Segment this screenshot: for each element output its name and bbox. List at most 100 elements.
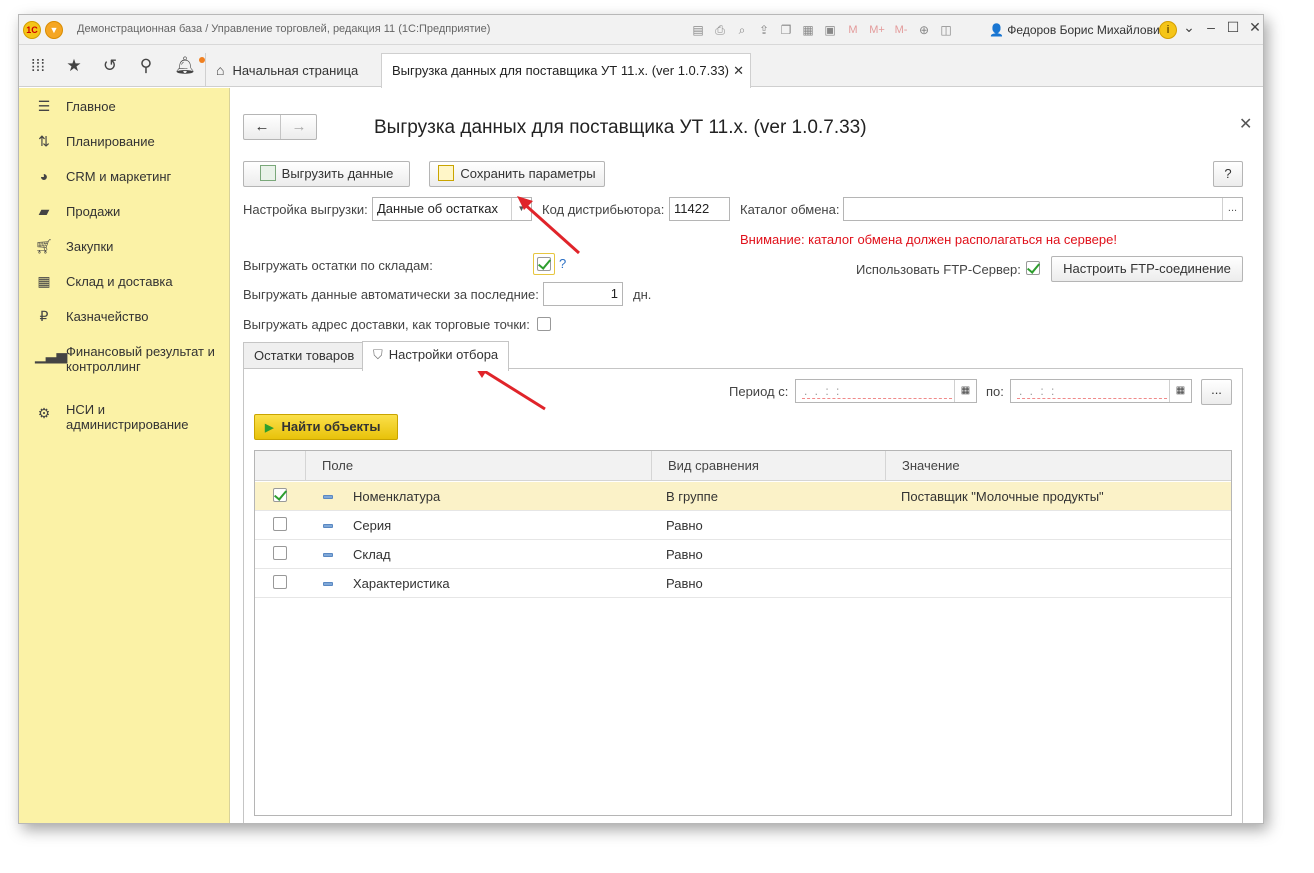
sidebar-item-finance[interactable]: ▁▃▅ Финансовый результат и контроллинг xyxy=(19,339,230,379)
row-checkbox[interactable] xyxy=(273,546,287,560)
sidebar-item-warehouse[interactable]: ▦ Склад и доставка xyxy=(19,269,230,299)
title-bar: 1С ▼ Демонстрационная база / Управление … xyxy=(19,15,1263,45)
table-row[interactable]: Характеристика Равно xyxy=(255,569,1231,598)
column-header-value[interactable]: Значение xyxy=(885,451,1231,481)
ruble-icon: ₽ xyxy=(39,308,49,324)
table-row[interactable]: Номенклатура В группе Поставщик "Молочны… xyxy=(255,482,1231,511)
row-field: Склад xyxy=(353,547,391,562)
row-value[interactable]: Поставщик "Молочные продукты" xyxy=(901,482,1104,511)
column-header-comparison[interactable]: Вид сравнения xyxy=(651,451,885,481)
period-to-label: по: xyxy=(986,384,1004,399)
tab-export-form[interactable]: Выгрузка данных для поставщика УТ 11.x. … xyxy=(381,53,751,88)
memory-minus-button[interactable]: M- xyxy=(891,21,911,39)
1c-logo-icon[interactable]: 1С xyxy=(23,21,41,39)
close-icon[interactable]: ✕ xyxy=(1247,19,1263,36)
table-row[interactable]: Склад Равно xyxy=(255,540,1231,569)
auto-days-input[interactable]: 1 xyxy=(543,282,623,306)
zoom-icon[interactable]: ⊕ xyxy=(915,21,933,39)
find-objects-button[interactable]: ▶ Найти объекты xyxy=(254,414,398,440)
sidebar-item-planning[interactable]: ⇅ Планирование xyxy=(19,129,230,159)
chevron-down-icon[interactable]: ▼ xyxy=(511,198,531,220)
sidebar-item-sales[interactable]: ▰ Продажи xyxy=(19,199,230,229)
ftp-checkbox[interactable] xyxy=(1026,261,1040,275)
ftp-settings-button[interactable]: Настроить FTP-соединение xyxy=(1051,256,1243,282)
history-icon[interactable]: ↺ xyxy=(99,55,121,77)
close-tab-icon[interactable]: ✕ xyxy=(733,54,744,88)
save-params-icon xyxy=(438,165,455,181)
tab-filter-settings[interactable]: ⛉ Настройки отбора xyxy=(362,341,510,371)
sidebar-item-main[interactable]: ☰ Главное xyxy=(19,94,230,124)
table-row[interactable]: Серия Равно xyxy=(255,511,1231,540)
save-icon[interactable]: ▤ xyxy=(689,21,707,39)
period-from-input[interactable]: . . : : ▦ xyxy=(795,379,977,403)
days-unit: дн. xyxy=(633,287,652,302)
chevron-down-icon[interactable]: ⌄ xyxy=(1181,19,1197,36)
upload-data-button[interactable]: Выгрузить данные xyxy=(243,161,410,187)
sidebar-item-label: Главное xyxy=(66,99,116,114)
nav-bar: ⁞⁞⁞ ★ ↺ ⚲ 🔔︎ ⌂ Начальная страница Выгрузк… xyxy=(19,45,1263,88)
memory-plus-button[interactable]: M+ xyxy=(867,21,887,39)
upload-doc-icon xyxy=(259,165,276,181)
tab-stock[interactable]: Остатки товаров xyxy=(243,342,366,370)
column-header-field[interactable]: Поле xyxy=(305,451,651,481)
row-comparison[interactable]: Равно xyxy=(666,511,703,540)
title-toolbar: ▤ ⎙ ⌕ ⇪ ❐ ▦ ▣ M M+ M- ⊕ ◫ xyxy=(689,21,955,39)
gear-icon: ⚙ xyxy=(37,405,51,421)
calculator-icon[interactable]: ▦ xyxy=(799,21,817,39)
back-arrow-icon[interactable]: ← xyxy=(244,115,281,139)
preview-icon[interactable]: ⌕ xyxy=(733,21,751,39)
setting-select[interactable]: Данные об остатках ▼ xyxy=(372,197,532,221)
memory-m-button[interactable]: M xyxy=(843,21,863,39)
sidebar-item-admin[interactable]: ⚙ НСИ и администрирование xyxy=(19,397,230,437)
sidebar-item-treasury[interactable]: ₽ Казначейство xyxy=(19,304,230,334)
upload-icon[interactable]: ⇪ xyxy=(755,21,773,39)
sidebar-item-label: Закупки xyxy=(66,239,114,254)
period-from-value: . . : : xyxy=(804,384,842,398)
save-params-button[interactable]: Сохранить параметры xyxy=(429,161,605,187)
period-to-value: . . : : xyxy=(1019,384,1057,398)
bag-icon: ▰ xyxy=(38,203,50,219)
row-field: Характеристика xyxy=(353,576,450,591)
apps-grid-icon[interactable]: ⁞⁞⁞ xyxy=(27,55,49,77)
stock-by-warehouse-checkbox[interactable] xyxy=(537,257,551,271)
main-menu-icon[interactable]: ▼ xyxy=(45,21,63,39)
sidebar-item-label: Продажи xyxy=(66,204,121,219)
info-icon[interactable]: i xyxy=(1159,21,1177,39)
calendar-icon[interactable]: ▦ xyxy=(954,380,976,402)
calendar-icon[interactable]: ▦ xyxy=(1169,380,1191,402)
address-checkbox[interactable] xyxy=(537,317,551,331)
catalog-select-button[interactable]: ... xyxy=(1222,198,1242,220)
tab-home[interactable]: ⌂ Начальная страница xyxy=(205,53,381,87)
print-icon[interactable]: ⎙ xyxy=(711,21,729,39)
row-comparison[interactable]: Равно xyxy=(666,569,703,598)
help-button[interactable]: ? xyxy=(1213,161,1243,187)
row-checkbox[interactable] xyxy=(273,517,287,531)
period-to-input[interactable]: . . : : ▦ xyxy=(1010,379,1192,403)
help-mark[interactable]: ? xyxy=(559,256,566,271)
row-checkbox[interactable] xyxy=(273,575,287,589)
row-field: Серия xyxy=(353,518,392,533)
sidebar-item-crm[interactable]: ◕ CRM и маркетинг xyxy=(19,164,230,194)
panels-icon[interactable]: ◫ xyxy=(937,21,955,39)
forward-arrow-icon[interactable]: → xyxy=(281,115,317,139)
favorites-star-icon[interactable]: ★ xyxy=(63,55,85,77)
minimize-icon[interactable]: – xyxy=(1203,19,1219,36)
sidebar-item-purchases[interactable]: 🛒︎ Закупки xyxy=(19,234,230,264)
row-comparison[interactable]: В группе xyxy=(666,482,718,511)
distributor-label: Код дистрибьютора: xyxy=(542,202,665,217)
maximize-icon[interactable]: ☐ xyxy=(1225,19,1241,36)
user-name[interactable]: 👤 Федоров Борис Михайлович xyxy=(989,23,1166,37)
row-comparison[interactable]: Равно xyxy=(666,540,703,569)
distributor-input[interactable]: 11422 xyxy=(669,197,730,221)
find-objects-label: Найти объекты xyxy=(281,419,381,434)
close-form-icon[interactable]: ✕ xyxy=(1239,114,1252,134)
catalog-label: Каталог обмена: xyxy=(740,202,840,217)
bell-icon[interactable]: 🔔︎ xyxy=(174,55,196,77)
search-icon[interactable]: ⚲ xyxy=(135,55,157,77)
catalog-input[interactable]: ... xyxy=(843,197,1243,221)
calendar-icon[interactable]: ▣ xyxy=(821,21,839,39)
play-icon: ▶ xyxy=(265,422,274,434)
period-select-button[interactable]: ... xyxy=(1201,379,1232,405)
copy-icon[interactable]: ❐ xyxy=(777,21,795,39)
row-checkbox[interactable] xyxy=(273,488,287,502)
